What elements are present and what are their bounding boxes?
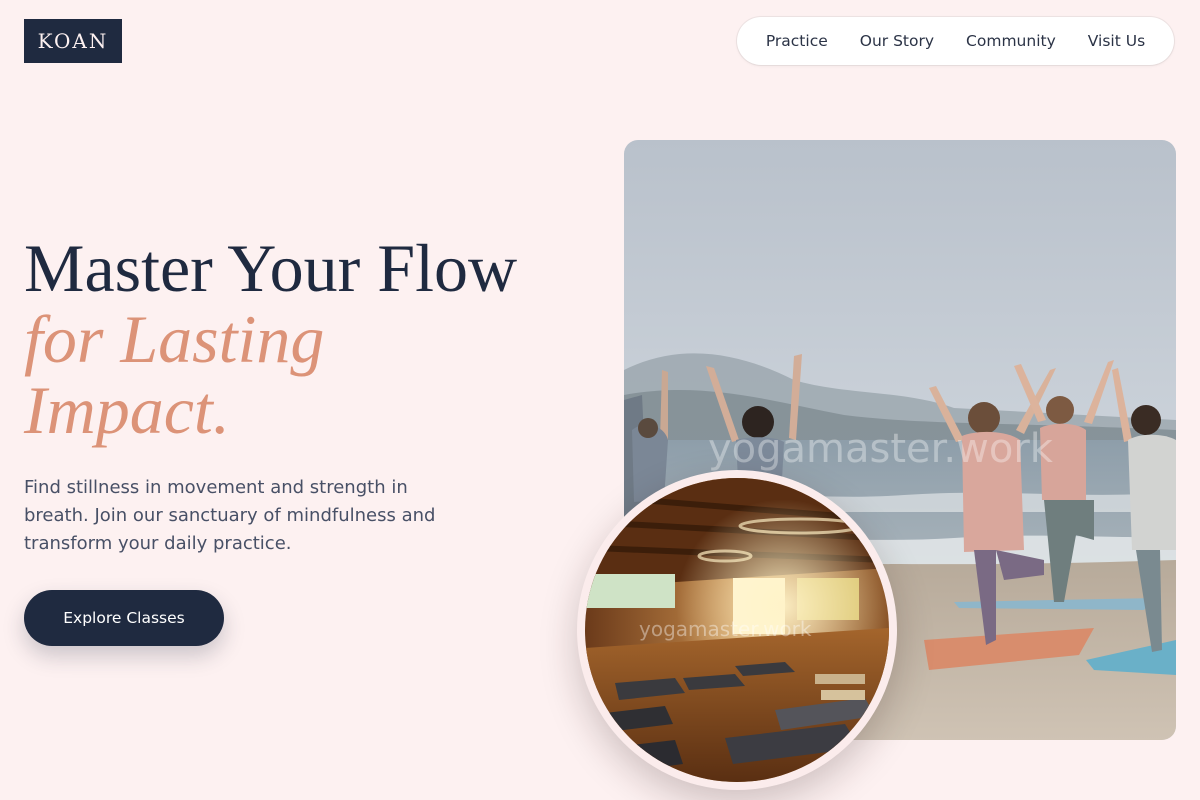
- nav-item-community[interactable]: Community: [950, 32, 1072, 50]
- main-nav: Practice Our Story Community Visit Us: [737, 17, 1174, 65]
- landing-page: KOAN Practice Our Story Community Visit …: [0, 0, 1200, 800]
- headline-line-1: Master Your Flow: [24, 230, 518, 306]
- main-image-watermark: yogamaster.work: [708, 426, 1054, 472]
- nav-item-our-story[interactable]: Our Story: [844, 32, 950, 50]
- studio-image-inner: yogamaster.work: [585, 478, 889, 782]
- hero-subtext: Find stillness in movement and strength …: [24, 477, 436, 554]
- studio-circle-image: yogamaster.work: [577, 470, 897, 790]
- nav-item-practice[interactable]: Practice: [750, 32, 844, 50]
- nav-item-visit-us[interactable]: Visit Us: [1072, 32, 1161, 50]
- explore-classes-button[interactable]: Explore Classes: [24, 590, 224, 646]
- studio-image-watermark: yogamaster.work: [639, 617, 812, 641]
- headline-accent-line-2: for Lasting: [24, 301, 325, 377]
- hero-headline: Master Your Flow for Lasting Impact.: [24, 233, 584, 446]
- headline-accent-line-3: Impact.: [24, 372, 230, 448]
- koan-logo[interactable]: KOAN: [24, 19, 122, 63]
